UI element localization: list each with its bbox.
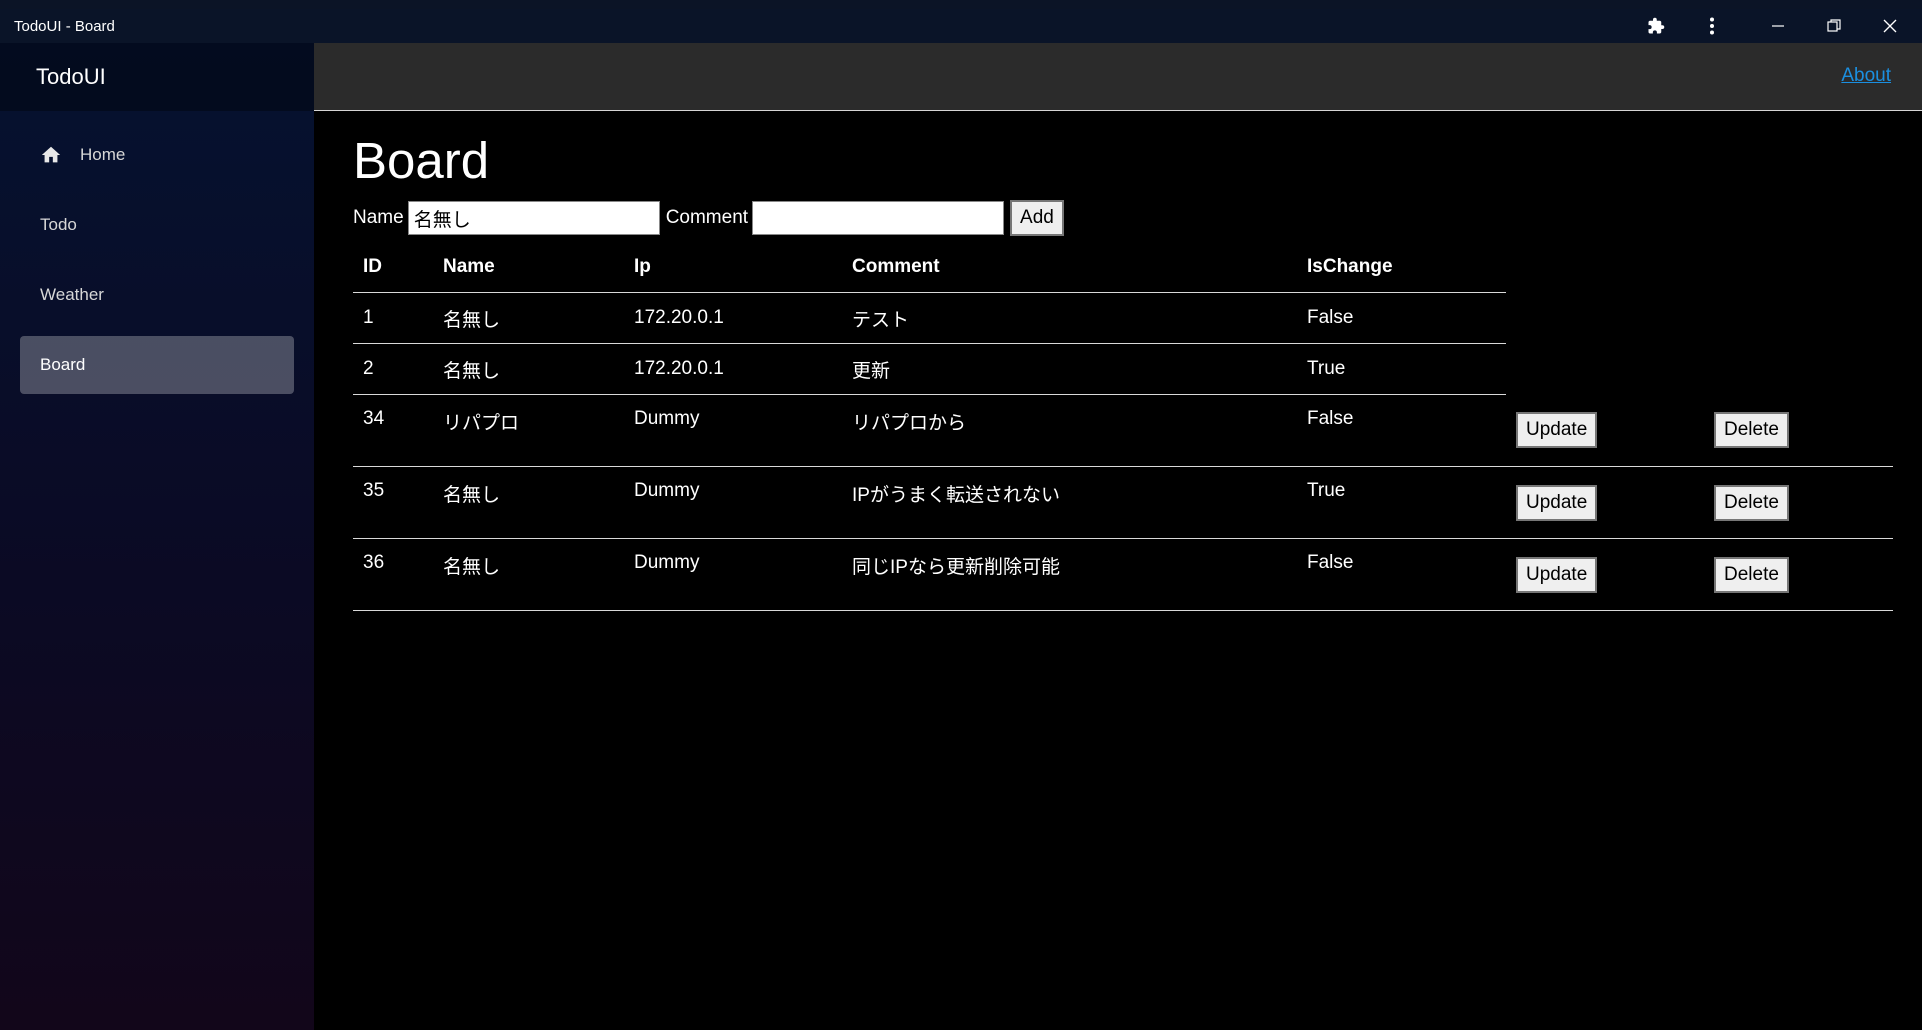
delete-button[interactable]: Delete — [1714, 412, 1789, 449]
sidebar-nav: Home Todo Weather Board — [0, 111, 314, 394]
table-row: 2 名無し 172.20.0.1 更新 True — [353, 343, 1893, 395]
cell-comment: IPがうまく転送されない — [842, 466, 1297, 539]
cell-ip: Dummy — [624, 394, 842, 467]
sidebar-item-weather[interactable]: Weather — [20, 266, 294, 324]
cell-comment: テスト — [842, 292, 1297, 344]
column-header-id: ID — [353, 242, 433, 293]
column-header-ischange: IsChange — [1297, 242, 1506, 293]
sidebar-item-home[interactable]: Home — [20, 126, 294, 184]
brand-title[interactable]: TodoUI — [0, 43, 314, 111]
column-header-ip: Ip — [624, 242, 842, 293]
about-link[interactable]: About — [1841, 65, 1891, 87]
sidebar-item-label: Board — [40, 355, 86, 374]
minimize-icon[interactable] — [1750, 9, 1806, 43]
window-titlebar: TodoUI - Board — [0, 0, 1922, 43]
cell-delete: Delete — [1704, 394, 1893, 467]
cell-empty — [1506, 293, 1704, 344]
delete-button[interactable]: Delete — [1714, 484, 1789, 521]
update-button[interactable]: Update — [1516, 556, 1598, 593]
cell-update: Update — [1506, 466, 1704, 539]
comment-label: Comment — [665, 207, 749, 228]
table-row: 34 リパプロ Dummy リパプロから False Update Delete — [353, 394, 1893, 467]
kebab-menu-icon[interactable] — [1684, 9, 1740, 43]
puzzle-icon[interactable] — [1628, 9, 1684, 43]
cell-name: 名無し — [433, 292, 624, 344]
table-header-row: ID Name Ip Comment IsChange — [353, 242, 1893, 293]
restore-icon[interactable] — [1806, 9, 1862, 43]
cell-name: 名無し — [433, 538, 624, 611]
cell-name: 名無し — [433, 343, 624, 395]
column-header-comment: Comment — [842, 242, 1297, 293]
cell-comment: 更新 — [842, 343, 1297, 395]
sidebar-item-todo[interactable]: Todo — [20, 196, 294, 254]
comment-input[interactable] — [752, 201, 1005, 235]
sidebar-item-label: Weather — [40, 285, 104, 304]
top-row: About — [314, 43, 1922, 111]
cell-comment: 同じIPなら更新削除可能 — [842, 538, 1297, 611]
column-header-update — [1506, 242, 1704, 293]
cell-id: 1 — [353, 292, 433, 344]
cell-ip: 172.20.0.1 — [624, 343, 842, 395]
cell-id: 36 — [353, 538, 433, 611]
cell-name: 名無し — [433, 466, 624, 539]
cell-name: リパプロ — [433, 394, 624, 467]
add-button[interactable]: Add — [1010, 200, 1064, 236]
table-row: 35 名無し Dummy IPがうまく転送されない True Update De… — [353, 466, 1893, 539]
cell-ip: Dummy — [624, 466, 842, 539]
column-header-name: Name — [433, 242, 624, 293]
update-button[interactable]: Update — [1516, 484, 1598, 521]
window-title: TodoUI - Board — [14, 17, 115, 35]
main-content: Board Name Comment Add ID Name Ip Commen… — [353, 111, 1893, 611]
cell-delete: Delete — [1704, 538, 1893, 611]
sidebar-item-label: Home — [80, 145, 126, 164]
cell-ischange: True — [1297, 466, 1506, 539]
cell-id: 35 — [353, 466, 433, 539]
cell-update: Update — [1506, 394, 1704, 467]
home-icon — [41, 146, 61, 163]
column-header-delete — [1704, 242, 1893, 293]
cell-id: 34 — [353, 394, 433, 467]
board-table: ID Name Ip Comment IsChange 1 名無し 172.20… — [353, 242, 1893, 611]
sidebar: TodoUI Home Todo Weather Board — [0, 43, 314, 1030]
update-button[interactable]: Update — [1516, 412, 1598, 449]
sidebar-item-label: Todo — [40, 215, 77, 234]
cell-empty — [1704, 293, 1893, 344]
cell-update: Update — [1506, 538, 1704, 611]
cell-ip: Dummy — [624, 538, 842, 611]
cell-ip: 172.20.0.1 — [624, 292, 842, 344]
page-title: Board — [353, 132, 490, 189]
cell-empty — [1506, 344, 1704, 395]
name-label: Name — [353, 207, 404, 228]
name-input[interactable] — [407, 201, 660, 235]
delete-button[interactable]: Delete — [1714, 556, 1789, 593]
cell-delete: Delete — [1704, 466, 1893, 539]
cell-empty — [1704, 344, 1893, 395]
table-row: 36 名無し Dummy 同じIPなら更新削除可能 False Update D… — [353, 538, 1893, 611]
cell-id: 2 — [353, 343, 433, 395]
cell-comment: リパプロから — [842, 394, 1297, 467]
cell-ischange: False — [1297, 394, 1506, 467]
cell-ischange: True — [1297, 343, 1506, 395]
table-row: 1 名無し 172.20.0.1 テスト False — [353, 292, 1893, 344]
cell-ischange: False — [1297, 292, 1506, 344]
add-form: Name Comment Add — [353, 198, 1893, 238]
sidebar-item-board[interactable]: Board — [20, 336, 294, 394]
cell-ischange: False — [1297, 538, 1506, 611]
close-icon[interactable] — [1862, 9, 1918, 43]
